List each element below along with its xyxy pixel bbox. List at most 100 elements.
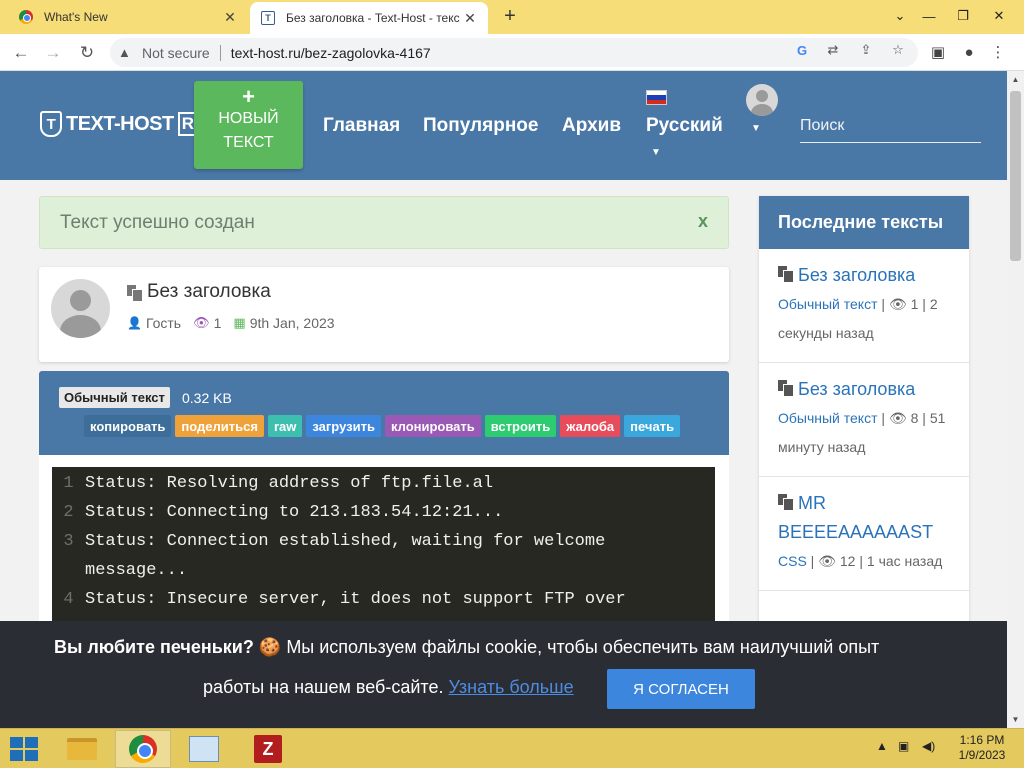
forward-button[interactable]: →: [40, 40, 66, 66]
action-button[interactable]: raw: [267, 415, 303, 437]
divider: [219, 44, 221, 61]
paste-info-card: Без заголовка 👤 Гость 👁 1 ▦ 9th Jan, 202…: [39, 267, 729, 362]
line-number: 3: [63, 532, 74, 551]
minimize-button[interactable]: —: [912, 0, 946, 32]
plus-icon: +: [242, 84, 255, 109]
logo-shield-icon: T: [40, 111, 62, 137]
new-text-button[interactable]: + НОВЫЙ ТЕКСТ: [194, 81, 303, 169]
recent-views: 1: [910, 296, 919, 312]
learn-more-link[interactable]: Узнать больше: [448, 677, 573, 697]
chevron-down-icon[interactable]: ▼: [651, 147, 661, 158]
network-icon[interactable]: ▣: [898, 739, 909, 753]
recent-item: Без заголовка Обычный текст | 👁 8 | 51 ми…: [759, 363, 969, 477]
copy-document-icon: [127, 284, 143, 302]
line-text: message...: [85, 561, 188, 580]
site-logo[interactable]: T TEXT-HOST RU: [40, 111, 210, 137]
recent-title-link[interactable]: Без заголовка: [778, 261, 950, 290]
author-avatar: [51, 279, 110, 338]
paste-author: Гость: [145, 315, 182, 331]
google-icon[interactable]: G: [790, 38, 814, 62]
tab-whats-new[interactable]: What's New ✕: [8, 0, 248, 34]
warning-icon[interactable]: ▲: [118, 45, 134, 60]
side-panel-icon[interactable]: ▣: [926, 39, 950, 65]
system-clock[interactable]: 1:16 PM 1/9/2023: [958, 733, 1006, 763]
filezilla-icon: Z: [254, 735, 282, 763]
action-button[interactable]: копировать: [84, 415, 172, 437]
close-tab-icon[interactable]: ✕: [462, 10, 478, 27]
logo-text: TEXT-HOST: [66, 112, 174, 135]
recent-meta: Обычный текст | 👁 1 | 2 секунды назад: [778, 296, 938, 341]
tab-title: What's New: [44, 10, 108, 24]
code-line: 4 Status: Insecure server, it does not su…: [52, 585, 715, 614]
recent-type-link[interactable]: Обычный текст: [778, 296, 878, 312]
file-explorer-taskbar-button[interactable]: [54, 730, 110, 768]
show-hidden-icons-icon[interactable]: ▲: [876, 739, 888, 753]
filezilla-taskbar-button[interactable]: Z: [240, 730, 296, 768]
search-input[interactable]: [800, 109, 981, 143]
action-button[interactable]: жалоба: [560, 415, 621, 437]
recent-type-link[interactable]: Обычный текст: [778, 410, 878, 426]
tab-text-host[interactable]: T Без заголовка - Text-Host - текс ✕: [250, 2, 488, 34]
recent-title[interactable]: Без заголовка: [798, 265, 915, 285]
scroll-up-icon[interactable]: ▲: [1007, 71, 1024, 88]
share-icon[interactable]: ⇪: [854, 38, 878, 62]
cookie-icon: 🍪: [258, 637, 282, 657]
action-button[interactable]: загрузить: [306, 415, 381, 437]
nav-home[interactable]: Главная: [323, 115, 400, 137]
action-button[interactable]: клонировать: [384, 415, 481, 437]
folder-icon: [67, 738, 97, 760]
bookmark-star-icon[interactable]: ☆: [886, 38, 910, 62]
new-tab-button[interactable]: +: [498, 4, 522, 28]
sidebar-heading: Последние тексты: [759, 196, 969, 249]
windows-start-icon[interactable]: [10, 737, 38, 761]
language-badge: Обычный текст: [59, 387, 170, 408]
scroll-down-icon[interactable]: ▼: [1007, 711, 1024, 728]
recent-title-link[interactable]: MR BEEEEAAAAAAST: [778, 489, 950, 547]
line-text: Status: Resolving address of ftp.file.al: [85, 474, 494, 493]
recent-type-link[interactable]: CSS: [778, 553, 807, 569]
line-text: Status: Connecting to 213.183.54.12:21..…: [85, 503, 504, 522]
recent-title[interactable]: Без заголовка: [798, 379, 915, 399]
action-button[interactable]: встроить: [484, 415, 557, 437]
volume-icon[interactable]: ◀): [922, 739, 935, 753]
chrome-taskbar-button[interactable]: [115, 730, 171, 768]
recent-item: MR BEEEEAAAAAAST CSS | 👁 12 | 1 час назад: [759, 477, 969, 591]
recent-title[interactable]: MR BEEEEAAAAAAST: [778, 493, 933, 542]
new-text-label: НОВЫЙ ТЕКСТ: [218, 110, 279, 151]
user-icon: 👤: [127, 316, 142, 330]
action-button[interactable]: поделиться: [175, 415, 264, 437]
restore-button[interactable]: ❐: [946, 0, 980, 32]
agree-button[interactable]: Я СОГЛАСЕН: [607, 669, 755, 709]
nav-archive[interactable]: Архив: [562, 115, 621, 137]
close-alert-button[interactable]: x: [698, 211, 708, 232]
chevron-down-icon[interactable]: ▼: [751, 123, 761, 134]
profile-icon[interactable]: ●: [957, 39, 981, 65]
eye-icon: 👁: [888, 410, 907, 426]
reload-button[interactable]: ↻: [74, 40, 100, 66]
user-avatar[interactable]: [746, 84, 778, 116]
nav-popular[interactable]: Популярное: [423, 115, 538, 137]
url-text[interactable]: text-host.ru/bez-zagolovka-4167: [231, 45, 431, 61]
close-tab-icon[interactable]: ✕: [222, 9, 238, 26]
paste-date: 9th Jan, 2023: [249, 315, 335, 331]
back-button[interactable]: ←: [8, 40, 34, 66]
line-number: 4: [63, 590, 74, 609]
paste-meta: 👤 Гость 👁 1 ▦ 9th Jan, 2023: [127, 315, 335, 331]
control-panel-taskbar-button[interactable]: [176, 730, 232, 768]
eye-icon: 👁: [818, 553, 836, 569]
close-window-button[interactable]: ✕: [982, 0, 1016, 32]
scroll-thumb[interactable]: [1010, 91, 1021, 261]
cookie-question: Вы любите печеньки?: [54, 637, 254, 657]
chrome-icon: [129, 735, 157, 763]
security-label[interactable]: Not secure: [142, 45, 210, 61]
action-button[interactable]: печать: [624, 415, 681, 437]
chrome-favicon-icon: [18, 9, 34, 25]
code-line: 1 Status: Resolving address of ftp.file.a…: [52, 469, 715, 498]
recent-title-link[interactable]: Без заголовка: [778, 375, 950, 404]
translate-icon[interactable]: ⇄: [821, 38, 845, 62]
clock-time: 1:16 PM: [959, 733, 1005, 747]
page-scrollbar[interactable]: ▲ ▼: [1007, 71, 1024, 728]
menu-kebab-icon[interactable]: ⋮: [986, 39, 1010, 65]
code-line: 3 Status: Connection established, waiting…: [52, 527, 715, 556]
language-selector[interactable]: Русский: [646, 115, 723, 137]
